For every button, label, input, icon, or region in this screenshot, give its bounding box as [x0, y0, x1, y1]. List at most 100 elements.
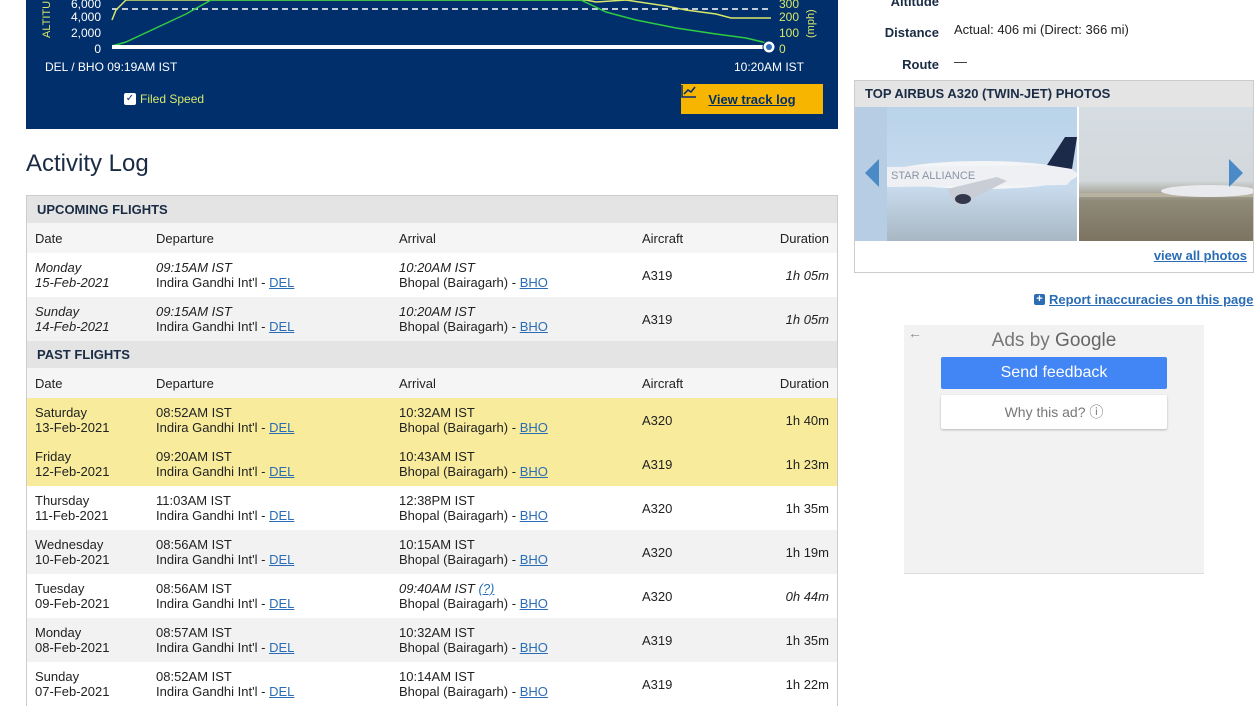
arrival-airport-code-link[interactable]: BHO — [520, 464, 548, 479]
departure-time: 08:56AM IST — [156, 537, 232, 552]
flight-row[interactable]: Wednesday 10-Feb-2021 08:56AM IST Indira Ga… — [27, 530, 837, 574]
flight-row[interactable]: Friday 12-Feb-2021 09:20AM IST Indira Gandh… — [27, 442, 837, 486]
arrival-airport-code-link[interactable]: BHO — [520, 552, 548, 567]
altitude-tick: 2,000 — [71, 26, 101, 40]
departure-airport: Indira Gandhi Int'l - DEL — [156, 508, 399, 523]
ad-container: ← Ads by Google Send feedback Why this a… — [904, 325, 1204, 574]
day-name: Sunday — [35, 304, 80, 319]
duration-cell: 1h 22m — [785, 676, 829, 692]
arrival-cell: 10:20AM IST Bhopal (Bairagarh) - BHO — [399, 304, 642, 334]
arrival-airport-name: Bhopal (Bairagarh) - — [399, 275, 517, 290]
send-feedback-button[interactable]: Send feedback — [941, 357, 1167, 389]
flight-row[interactable]: Monday 08-Feb-2021 08:57AM IST Indira Gandh… — [27, 618, 837, 662]
departure-time: 11:03AM IST — [156, 493, 231, 508]
col-date: Date — [35, 230, 63, 246]
route-value: — — [954, 54, 967, 69]
arrival-time-line: 10:32AM IST — [399, 625, 642, 640]
airplane-photo: STAR ALLIANCE — [887, 137, 1077, 207]
arrival-airport-name: Bhopal (Bairagarh) - — [399, 684, 517, 699]
departure-time: 09:15AM IST — [156, 260, 232, 275]
departure-airport-code-link[interactable]: DEL — [269, 275, 294, 290]
view-all-photos-link[interactable]: view all photos — [1154, 248, 1247, 263]
flight-row[interactable]: Sunday 07-Feb-2021 08:52AM IST Indira Gandh… — [27, 662, 837, 706]
arrival-airport-code-link[interactable]: BHO — [520, 275, 548, 290]
aircraft-cell: A319 — [642, 267, 673, 283]
date-value: 15-Feb-2021 — [35, 275, 110, 290]
duration-cell: 0h 44m — [785, 588, 829, 604]
aircraft-cell: A320 — [642, 500, 673, 516]
duration-cell: 1h 35m — [785, 500, 829, 516]
arrival-time-line: 10:20AM IST — [399, 260, 642, 275]
arrival-airport-code-link[interactable]: BHO — [520, 596, 548, 611]
checkbox-icon[interactable]: ✓ — [124, 93, 136, 105]
speed-axis-label: (mph) — [805, 9, 817, 38]
date-cell: Sunday 07-Feb-2021 — [27, 669, 156, 699]
departure-airport-code-link[interactable]: DEL — [269, 552, 294, 567]
arrival-airport-name: Bhopal (Bairagarh) - — [399, 508, 517, 523]
activity-log-table: UPCOMING FLIGHTS Date Departure Arrival … — [26, 195, 838, 706]
departure-airport-code-link[interactable]: DEL — [269, 596, 294, 611]
flight-row[interactable]: Monday 15-Feb-2021 09:15AM IST Indira Gandh… — [27, 253, 837, 297]
arrival-time-line: 10:15AM IST — [399, 537, 642, 552]
date-cell: Sunday 14-Feb-2021 — [27, 304, 156, 334]
departure-airport: Indira Gandhi Int'l - DEL — [156, 640, 399, 655]
flight-row[interactable]: Tuesday 09-Feb-2021 08:56AM IST Indira Gand… — [27, 574, 837, 618]
carousel-next-icon[interactable] — [1229, 159, 1243, 187]
departure-airport-code-link[interactable]: DEL — [269, 319, 294, 334]
arrival-cell: 10:43AM IST Bhopal (Bairagarh) - BHO — [399, 449, 642, 479]
departure-airport-code-link[interactable]: DEL — [269, 464, 294, 479]
arrival-time-line: 10:20AM IST — [399, 304, 642, 319]
arrival-airport-code-link[interactable]: BHO — [520, 319, 548, 334]
arrival-cell: 10:15AM IST Bhopal (Bairagarh) - BHO — [399, 537, 642, 567]
departure-airport: Indira Gandhi Int'l - DEL — [156, 420, 399, 435]
photo-thumbnail[interactable] — [1079, 107, 1253, 241]
arrival-airport-name: Bhopal (Bairagarh) - — [399, 596, 517, 611]
day-name: Monday — [35, 625, 82, 640]
arrival-airport-code-link[interactable]: BHO — [520, 640, 548, 655]
day-name: Sunday — [35, 669, 80, 684]
arrival-airport: Bhopal (Bairagarh) - BHO — [399, 596, 642, 611]
filed-speed-toggle[interactable]: ✓ Filed Speed — [124, 92, 204, 106]
arrival-airport-code-link[interactable]: BHO — [520, 508, 548, 523]
departure-airport-code-link[interactable]: DEL — [269, 684, 294, 699]
arrival-airport: Bhopal (Bairagarh) - BHO — [399, 684, 642, 699]
col-arrival: Arrival — [399, 375, 436, 391]
estimated-time-help-link[interactable]: (?) — [479, 581, 495, 596]
start-label: DEL / BHO 09:19AM IST — [45, 60, 178, 74]
aircraft-cell: A319 — [642, 676, 673, 692]
past-flights-header: PAST FLIGHTS — [27, 341, 837, 368]
departure-airport: Indira Gandhi Int'l - DEL — [156, 275, 399, 290]
photo-thumbnail[interactable]: STAR ALLIANCE — [887, 107, 1077, 241]
departure-cell: 09:15AM IST Indira Gandhi Int'l - DEL — [156, 304, 399, 334]
col-departure: Departure — [156, 230, 214, 246]
departure-cell: 09:15AM IST Indira Gandhi Int'l - DEL — [156, 260, 399, 290]
departure-airport-code-link[interactable]: DEL — [269, 420, 294, 435]
view-track-log-button[interactable]: View track log — [681, 84, 823, 114]
altitude-tick: 0 — [94, 42, 101, 56]
col-aircraft: Aircraft — [642, 375, 684, 391]
arrival-time-line: 10:14AM IST — [399, 669, 642, 684]
aircraft-cell: A320 — [642, 588, 673, 604]
ad-title-prefix: Ads by — [991, 330, 1056, 351]
upcoming-rows: Monday 15-Feb-2021 09:15AM IST Indira Gandh… — [27, 253, 837, 341]
arrival-airport: Bhopal (Bairagarh) - BHO — [399, 464, 642, 479]
departure-airport-code-link[interactable]: DEL — [269, 508, 294, 523]
departure-time: 08:56AM IST — [156, 581, 232, 596]
arrival-cell: 10:32AM IST Bhopal (Bairagarh) - BHO — [399, 405, 642, 435]
route-label: Route — [902, 57, 939, 72]
arrival-time: 10:14AM IST — [399, 669, 475, 684]
arrival-airport-code-link[interactable]: BHO — [520, 420, 548, 435]
flight-row[interactable]: Saturday 13-Feb-2021 08:52AM IST Indira Gan… — [27, 398, 837, 442]
flight-row[interactable]: Sunday 14-Feb-2021 09:15AM IST Indira Gandh… — [27, 297, 837, 341]
departure-airport-code-link[interactable]: DEL — [269, 640, 294, 655]
end-label: 10:20AM IST — [734, 60, 805, 74]
date-value: 14-Feb-2021 — [35, 319, 110, 334]
report-inaccuracies-link[interactable]: + Report inaccuracies on this page — [1034, 292, 1253, 307]
departure-airport: Indira Gandhi Int'l - DEL — [156, 684, 399, 699]
why-this-ad-button[interactable]: Why this ad? ⓘ — [941, 395, 1167, 429]
ad-title-brand: Google — [1055, 330, 1117, 351]
flight-row[interactable]: Thursday 11-Feb-2021 11:03AM IST Indira Gan… — [27, 486, 837, 530]
arrival-airport-code-link[interactable]: BHO — [520, 684, 548, 699]
carousel-prev-icon[interactable] — [865, 159, 879, 187]
date-value: 10-Feb-2021 — [35, 552, 110, 567]
